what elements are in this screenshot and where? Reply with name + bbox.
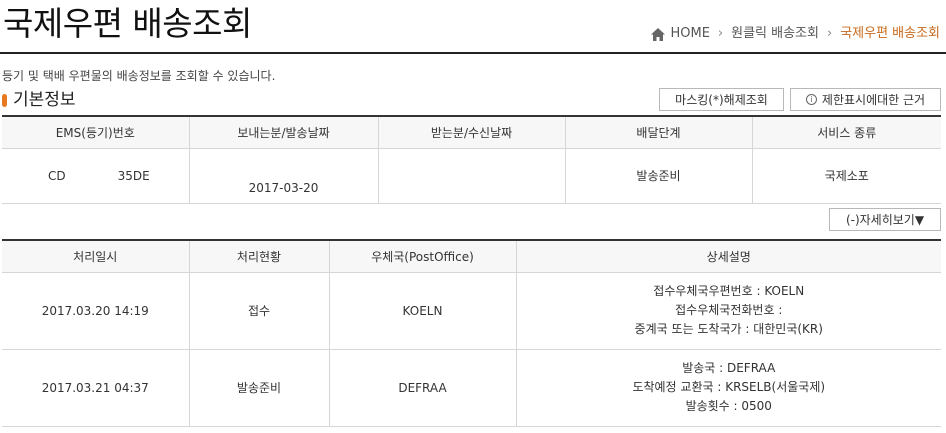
column-header: 서비스 종류 [751,116,941,149]
service-type-cell: 국제소포 [751,148,941,204]
detail-line: 접수우체국우편번호 : KOELN [653,284,805,298]
column-header: 처리일시 [2,240,189,273]
unmask-button[interactable]: 마스킹(*)해제조회 [659,88,784,111]
section-title: 기본정보 [2,89,76,111]
received-cell [377,148,565,204]
datetime-cell: 2017.03.20 14:19 [2,272,189,350]
page-title: 국제우편 배송조회 [3,4,252,43]
ems-prefix: CD [48,168,66,183]
column-header: 처리현황 [188,240,329,273]
delivery-stage-cell: 발송준비 [564,148,752,204]
chevron-right-icon: › [717,26,724,41]
home-icon[interactable] [651,27,666,41]
basic-info-table: EMS(등기)번호 보내는분/발송날짜 받는분/수신날짜 배달단계 서비스 종류… [2,115,941,204]
detail-cell: 접수우체국우편번호 : KOELN 접수우체국전화번호 : 중계국 또는 도착국… [515,272,941,350]
sent-date-cell: 2017-03-20 [188,148,378,204]
ems-suffix: 35DE [117,168,150,183]
column-header: EMS(등기)번호 [2,116,189,149]
title-divider [0,52,946,54]
detail-line: 접수우체국전화번호 : [675,303,783,317]
column-header: 배달단계 [564,116,752,149]
section-title-text: 기본정보 [13,90,76,110]
table-row: 2017.03.21 04:37 발송준비 DEFRAA 발송국 : DEFRA… [2,349,941,427]
breadcrumb-current[interactable]: 국제우편 배송조회 [840,25,940,43]
column-header: 받는분/수신날짜 [377,116,565,149]
table-header-row: EMS(등기)번호 보내는분/발송날짜 받는분/수신날짜 배달단계 서비스 종류 [2,116,941,149]
detail-toggle-button[interactable]: (-)자세히보기▼ [829,208,941,231]
table-row: 2017.03.20 14:19 접수 KOELN 접수우체국우편번호 : KO… [2,272,941,350]
ems-number-cell: CD 35DE [2,148,189,204]
breadcrumb: HOME › 원클릭 배송조회 › 국제우편 배송조회 [651,25,940,43]
restriction-basis-button[interactable]: i 제한표시에대한 근거 [790,88,941,111]
datetime-cell: 2017.03.21 04:37 [2,349,189,427]
post-office-cell: KOELN [328,272,516,350]
table-header-row: 처리일시 처리현황 우체국(PostOffice) 상세설명 [2,240,941,273]
column-header: 보내는분/발송날짜 [188,116,378,149]
tracking-history-table: 처리일시 처리현황 우체국(PostOffice) 상세설명 2017.03.2… [2,239,941,427]
status-cell: 발송준비 [188,349,329,427]
breadcrumb-oneclick[interactable]: 원클릭 배송조회 [731,25,819,43]
section-marker-icon [2,93,7,107]
detail-line: 발송횟수 : 0500 [685,399,772,413]
column-header: 우체국(PostOffice) [328,240,516,273]
breadcrumb-home[interactable]: HOME [670,25,709,43]
table-row: CD 35DE 2017-03-20 발송준비 국제소포 [2,148,941,204]
detail-line: 중계국 또는 도착국가 : 대한민국(KR) [634,322,823,336]
detail-line: 발송국 : DEFRAA [682,361,776,375]
detail-line: 도착예정 교환국 : KRSELB(서울국제) [632,380,826,394]
restriction-basis-label: 제한표시에대한 근거 [821,93,926,107]
post-office-cell: DEFRAA [328,349,516,427]
column-header: 상세설명 [515,240,941,273]
chevron-right-icon: › [826,26,833,41]
status-cell: 접수 [188,272,329,350]
info-icon: i [805,94,817,105]
page-description: 등기 및 택배 우편물의 배송정보를 조회할 수 있습니다. [2,69,276,83]
detail-cell: 발송국 : DEFRAA 도착예정 교환국 : KRSELB(서울국제) 발송횟… [515,349,941,427]
